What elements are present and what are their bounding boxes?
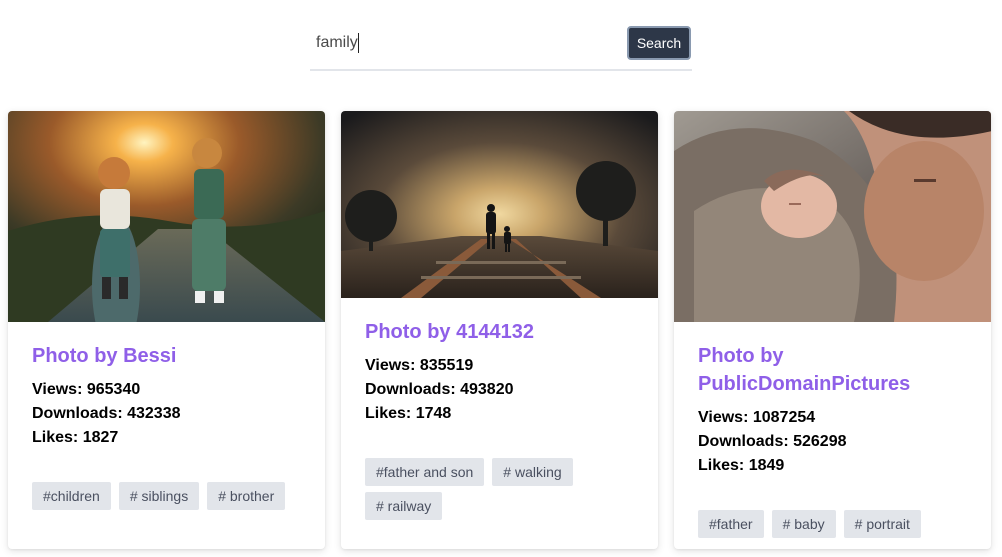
photo-image[interactable] <box>341 111 658 298</box>
tag[interactable]: # baby <box>771 510 836 538</box>
likes-count: Likes: 1827 <box>32 429 119 446</box>
downloads-count: Downloads: 526298 <box>698 433 847 450</box>
views-count: Views: 835519 <box>365 357 474 374</box>
father-son-railway-image <box>341 111 658 298</box>
likes-count: Likes: 1849 <box>698 457 785 474</box>
likes-count: Likes: 1748 <box>365 405 452 422</box>
photo-card: Photo by 4144132 Views: 835519 Downloads… <box>341 111 658 549</box>
text-caret <box>358 33 359 53</box>
tag-list: #children # siblings # brother <box>8 450 325 530</box>
downloads-count: Downloads: 493820 <box>365 381 514 398</box>
photo-title: Photo by 4144132 <box>365 321 534 343</box>
photo-title: Photo by PublicDomainPictures <box>698 345 911 395</box>
tag[interactable]: #father and son <box>365 458 485 486</box>
photo-card: Photo by PublicDomainPictures Views: 108… <box>674 111 991 549</box>
children-sunset-image <box>8 111 325 322</box>
search-button[interactable]: Search <box>627 26 691 60</box>
downloads-count: Downloads: 432338 <box>32 405 181 422</box>
views-count: Views: 965340 <box>32 381 141 398</box>
tag[interactable]: # siblings <box>118 482 200 510</box>
search-input[interactable] <box>310 25 620 61</box>
photo-image[interactable] <box>674 111 991 322</box>
tag-list: #father # baby # portrait <box>674 478 991 549</box>
tag[interactable]: # railway <box>365 492 443 520</box>
photo-title: Photo by Bessi <box>32 345 177 367</box>
views-count: Views: 1087254 <box>698 409 816 426</box>
tag[interactable]: # portrait <box>843 510 921 538</box>
tag[interactable]: # brother <box>207 482 286 510</box>
tag[interactable]: # walking <box>492 458 573 486</box>
photo-card: Photo by Bessi Views: 965340 Downloads: … <box>8 111 325 549</box>
photo-image[interactable] <box>8 111 325 322</box>
tag-list: #father and son # walking # railway <box>341 426 658 540</box>
father-baby-image <box>674 111 991 322</box>
tag[interactable]: #father <box>698 510 764 538</box>
tag[interactable]: #children <box>32 482 111 510</box>
